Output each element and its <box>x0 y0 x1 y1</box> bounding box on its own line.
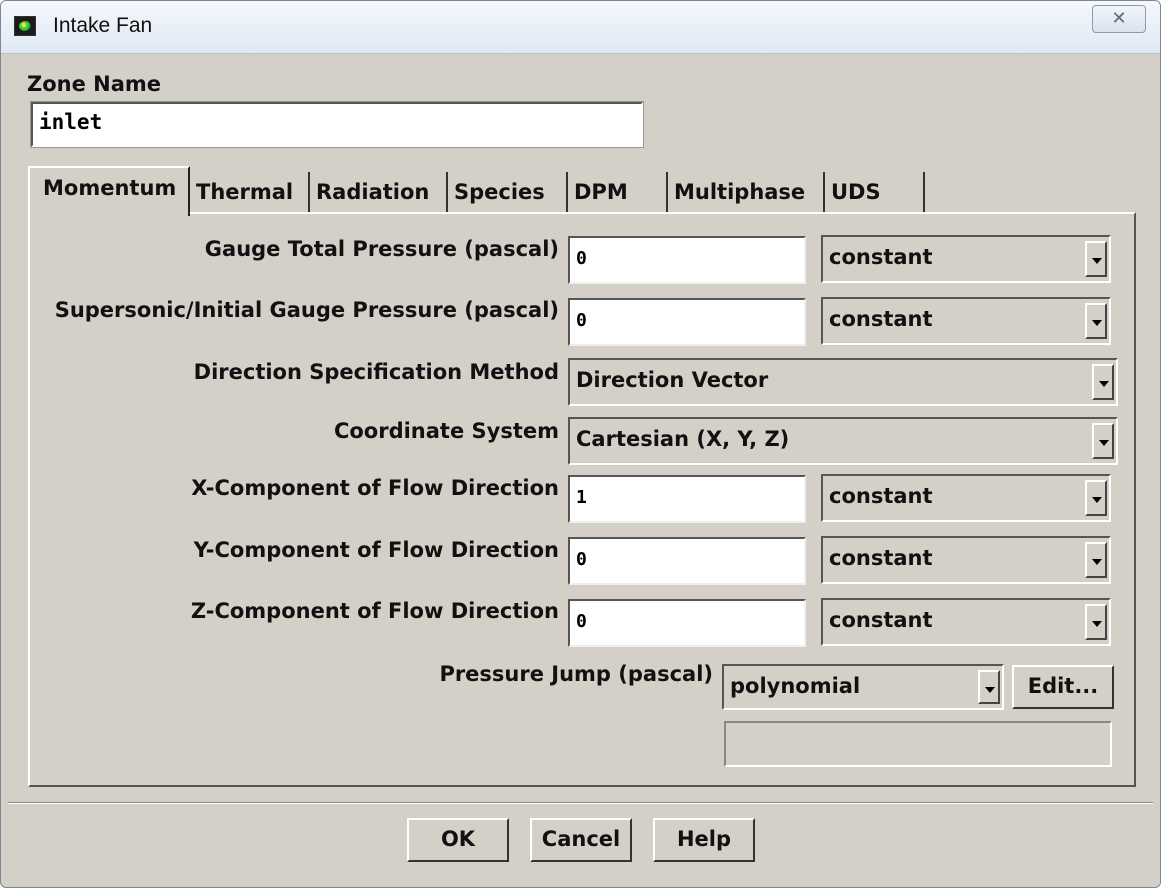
select-value: constant <box>829 484 933 508</box>
chevron-down-icon[interactable] <box>978 670 1000 704</box>
select-value: Direction Vector <box>576 368 769 392</box>
tab-dpm[interactable]: DPM <box>568 172 668 214</box>
x-component-input[interactable]: 1 <box>568 475 806 523</box>
separator <box>8 802 1153 804</box>
x-component-method-select[interactable]: constant <box>821 474 1111 522</box>
chevron-down-icon[interactable] <box>1085 480 1107 516</box>
x-component-label: X-Component of Flow Direction <box>191 476 559 500</box>
select-value: constant <box>829 546 933 570</box>
z-component-label: Z-Component of Flow Direction <box>190 599 559 623</box>
coordinate-system-label: Coordinate System <box>333 419 559 443</box>
help-button[interactable]: Help <box>653 818 755 862</box>
tab-species[interactable]: Species <box>448 172 568 214</box>
y-component-input[interactable]: 0 <box>568 537 806 585</box>
supersonic-pressure-method-select[interactable]: constant <box>821 297 1111 345</box>
tab-uds[interactable]: UDS <box>825 172 925 214</box>
zone-name-label: Zone Name <box>27 72 162 96</box>
select-value: polynomial <box>730 674 861 698</box>
intake-fan-dialog: Intake Fan ✕ Zone Name inlet Momentum Th… <box>0 0 1161 888</box>
cancel-button[interactable]: Cancel <box>530 818 632 862</box>
select-value: Cartesian (X, Y, Z) <box>576 427 790 451</box>
ok-button[interactable]: OK <box>407 818 509 862</box>
tab-multiphase[interactable]: Multiphase <box>668 172 825 214</box>
gauge-total-pressure-label: Gauge Total Pressure (pascal) <box>204 237 559 261</box>
tab-radiation[interactable]: Radiation <box>310 172 448 214</box>
coordinate-system-select[interactable]: Cartesian (X, Y, Z) <box>568 417 1118 465</box>
y-component-label: Y-Component of Flow Direction <box>193 538 559 562</box>
select-value: constant <box>829 307 933 331</box>
pressure-jump-label: Pressure Jump (pascal) <box>439 662 713 686</box>
tab-momentum[interactable]: Momentum <box>28 166 190 216</box>
zone-name-input[interactable]: inlet <box>30 101 644 148</box>
y-component-method-select[interactable]: constant <box>821 536 1111 584</box>
close-icon: ✕ <box>1111 8 1127 29</box>
pressure-jump-readout <box>724 721 1112 767</box>
close-button[interactable]: ✕ <box>1092 5 1146 33</box>
chevron-down-icon[interactable] <box>1085 241 1107 277</box>
app-icon <box>14 16 36 36</box>
z-component-method-select[interactable]: constant <box>821 598 1111 646</box>
window-title: Intake Fan <box>53 14 153 37</box>
edit-button[interactable]: Edit... <box>1012 665 1114 709</box>
chevron-down-icon[interactable] <box>1085 604 1107 640</box>
direction-method-select[interactable]: Direction Vector <box>568 358 1118 406</box>
pressure-jump-select[interactable]: polynomial <box>722 664 1004 710</box>
supersonic-pressure-input[interactable]: 0 <box>568 298 806 346</box>
direction-method-label: Direction Specification Method <box>193 360 559 384</box>
chevron-down-icon[interactable] <box>1085 303 1107 339</box>
gauge-total-pressure-method-select[interactable]: constant <box>821 235 1111 283</box>
select-value: constant <box>829 245 933 269</box>
chevron-down-icon[interactable] <box>1092 364 1114 400</box>
select-value: constant <box>829 608 933 632</box>
z-component-input[interactable]: 0 <box>568 599 806 647</box>
gauge-total-pressure-input[interactable]: 0 <box>568 236 806 284</box>
chevron-down-icon[interactable] <box>1092 423 1114 459</box>
tab-thermal[interactable]: Thermal <box>190 172 310 214</box>
dialog-body: Zone Name inlet Momentum Thermal Radiati… <box>8 54 1153 882</box>
chevron-down-icon[interactable] <box>1085 542 1107 578</box>
title-bar[interactable]: Intake Fan ✕ <box>1 1 1160 54</box>
supersonic-pressure-label: Supersonic/Initial Gauge Pressure (pasca… <box>54 298 559 322</box>
